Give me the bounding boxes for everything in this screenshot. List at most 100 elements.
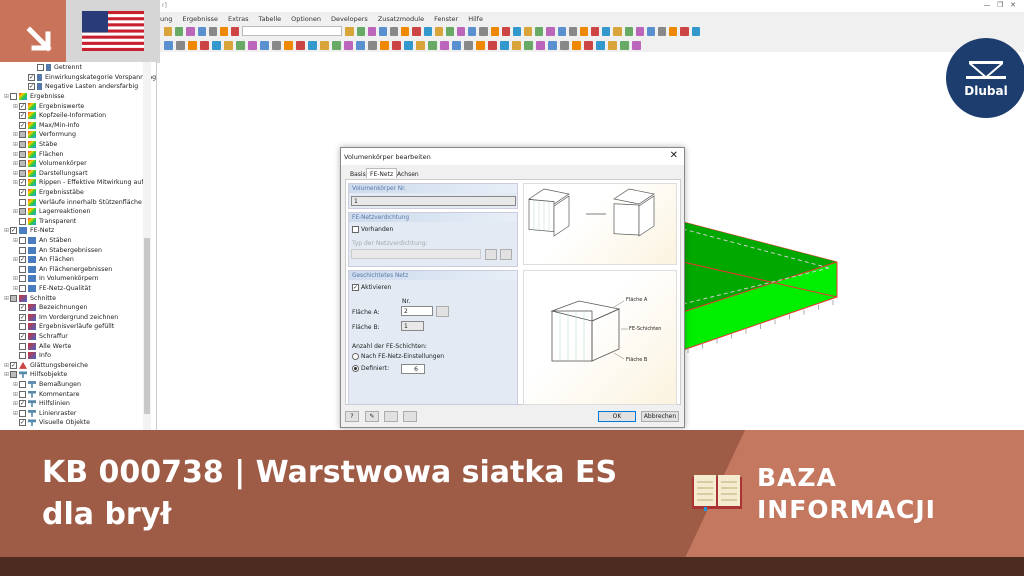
tree-scrollbar-thumb[interactable] [144, 238, 150, 414]
tree-item[interactable]: ⊞ ✓ An Flächen [13, 255, 74, 265]
close-icon[interactable]: ✕ [670, 150, 678, 161]
toolbar-button-icon[interactable] [579, 26, 589, 36]
tree-item[interactable]: ⊞ ✓ Hilfslinien [13, 399, 70, 409]
tree-checkbox[interactable] [19, 208, 26, 216]
menu-item[interactable]: Zusatzmodule [378, 15, 424, 23]
toolbar-button-icon[interactable] [445, 26, 455, 36]
toolbar-button-icon[interactable] [356, 26, 365, 36]
tree-checkbox[interactable]: ✓ [19, 313, 26, 321]
tree-item[interactable]: ✓ Kopfzeile-Information [13, 111, 106, 121]
tree-checkbox[interactable]: ✓ [19, 179, 26, 187]
toolbar-button-icon[interactable] [635, 26, 644, 36]
tree-item[interactable]: ✓ Bezeichnungen [13, 303, 87, 313]
radio-defined[interactable] [352, 365, 359, 372]
tree-item[interactable]: ✓ Ergebnisstäbe [13, 188, 84, 198]
toolbar-button-icon[interactable] [380, 40, 389, 50]
toolbar-button-icon[interactable] [186, 26, 195, 36]
tree-item[interactable]: An Flächenergebnissen [13, 265, 112, 275]
toolbar-button-icon[interactable] [602, 26, 611, 36]
tree-checkbox[interactable]: ✓ [19, 102, 26, 110]
toolbar-button-icon[interactable] [584, 40, 593, 50]
toolbar-button-icon[interactable] [401, 26, 410, 36]
toolbar-button-icon[interactable] [164, 26, 173, 36]
toolbar-button-icon[interactable] [490, 26, 499, 36]
tree-item[interactable]: Info [13, 351, 51, 361]
toolbar-button-icon[interactable] [452, 40, 461, 50]
toolbar-button-icon[interactable] [208, 26, 217, 36]
tree-checkbox[interactable] [19, 352, 26, 360]
toolbar-button-icon[interactable] [344, 40, 353, 50]
toolbar-button-icon[interactable] [524, 40, 533, 50]
menu-item[interactable]: Hilfe [468, 15, 483, 23]
toolbar-button-icon[interactable] [501, 26, 510, 36]
toolbar-button-icon[interactable] [176, 40, 185, 50]
toolbar-button-icon[interactable] [416, 40, 425, 50]
menu-item[interactable]: Ergebnisse [182, 15, 218, 23]
radio-mesh-settings[interactable] [352, 353, 359, 360]
toolbar-button-icon[interactable] [412, 26, 421, 36]
tree-item[interactable]: ⊞ ✓ Glättungsbereiche [4, 361, 88, 371]
toolbar-button-icon[interactable] [224, 40, 233, 50]
toolbar-button-icon[interactable] [434, 26, 443, 36]
tree-item[interactable]: ⊞ Kommentare [13, 389, 79, 399]
tab-achsen[interactable]: Achsen [393, 168, 423, 178]
toolbar-button-icon[interactable] [568, 26, 577, 36]
tree-item[interactable]: Verläufe innerhalb Stützenfläche [13, 197, 142, 207]
toolbar-button-icon[interactable] [476, 40, 485, 50]
toolbar-button-icon[interactable] [512, 26, 522, 36]
toolbar-button-icon[interactable] [296, 40, 305, 50]
tree-checkbox[interactable] [19, 381, 26, 389]
toolbar-button-icon[interactable] [524, 26, 533, 36]
edit-button[interactable]: ✎ [365, 411, 379, 422]
tree-checkbox[interactable]: ✓ [19, 121, 26, 129]
toolbar-button-icon[interactable] [212, 40, 221, 50]
toolbar-button-icon[interactable] [284, 40, 293, 50]
toolbar-button-icon[interactable] [164, 40, 173, 50]
face-a-select[interactable]: 2 [401, 306, 433, 316]
table-button[interactable] [384, 411, 398, 422]
toolbar-button-icon[interactable] [200, 40, 209, 50]
toolbar-button-icon[interactable] [560, 40, 569, 50]
tree-item[interactable]: ⊞ ✓ Ergebniswerte [13, 101, 84, 111]
toolbar-button-icon[interactable] [468, 26, 477, 36]
toolbar-button-icon[interactable] [392, 40, 401, 50]
tree-checkbox[interactable] [10, 93, 17, 101]
toolbar-button-icon[interactable] [546, 26, 555, 36]
toolbar-button-icon[interactable] [624, 26, 633, 36]
pick-button[interactable] [403, 411, 417, 422]
toolbar-button-icon[interactable] [669, 26, 678, 36]
toolbar-button-icon[interactable] [548, 40, 557, 50]
tree-checkbox[interactable]: ✓ [10, 361, 17, 369]
menu-item[interactable]: Fenster [434, 15, 458, 23]
toolbar-button-icon[interactable] [464, 40, 473, 50]
tree-item[interactable]: ⊞ Linienraster [13, 409, 77, 419]
tree-checkbox[interactable] [19, 141, 26, 149]
toolbar-button-icon[interactable] [236, 40, 245, 50]
tree-checkbox[interactable] [19, 342, 26, 350]
tree-checkbox[interactable] [37, 64, 44, 72]
window-controls[interactable]: — ❐ ✕ [984, 1, 1017, 9]
toolbar-button-icon[interactable] [620, 40, 629, 50]
toolbar-button-icon[interactable] [272, 40, 281, 50]
tree-checkbox[interactable] [19, 409, 26, 417]
edit-refinement-button[interactable] [500, 249, 512, 260]
toolbar-button-icon[interactable] [188, 40, 197, 50]
tree-item[interactable]: ⊞ Darstellungsart [13, 169, 88, 179]
menu-item[interactable]: Developers [331, 15, 368, 23]
tree-checkbox[interactable]: ✓ [19, 304, 26, 312]
refinement-checkbox[interactable] [352, 226, 359, 233]
tree-item[interactable]: Alle Werte [13, 341, 71, 351]
toolbar-button-icon[interactable] [345, 26, 354, 36]
tree-item[interactable]: An Stabergebnissen [13, 245, 102, 255]
tree-checkbox[interactable]: ✓ [28, 73, 35, 81]
language-flag[interactable] [66, 0, 160, 63]
activate-checkbox[interactable]: ✓ [352, 284, 359, 291]
tree-item[interactable]: ⊞ Flächen [13, 149, 64, 159]
help-button[interactable]: ? [345, 411, 359, 422]
new-refinement-button[interactable] [485, 249, 497, 260]
tree-checkbox[interactable]: ✓ [19, 112, 26, 120]
toolbar-button-icon[interactable] [197, 26, 206, 36]
toolbar-button-icon[interactable] [512, 40, 521, 50]
menu-item[interactable]: Extras [228, 15, 249, 23]
tree-item[interactable]: ⊞ ✓ Rippen - Effektive Mitwirkung auf F [13, 178, 149, 188]
